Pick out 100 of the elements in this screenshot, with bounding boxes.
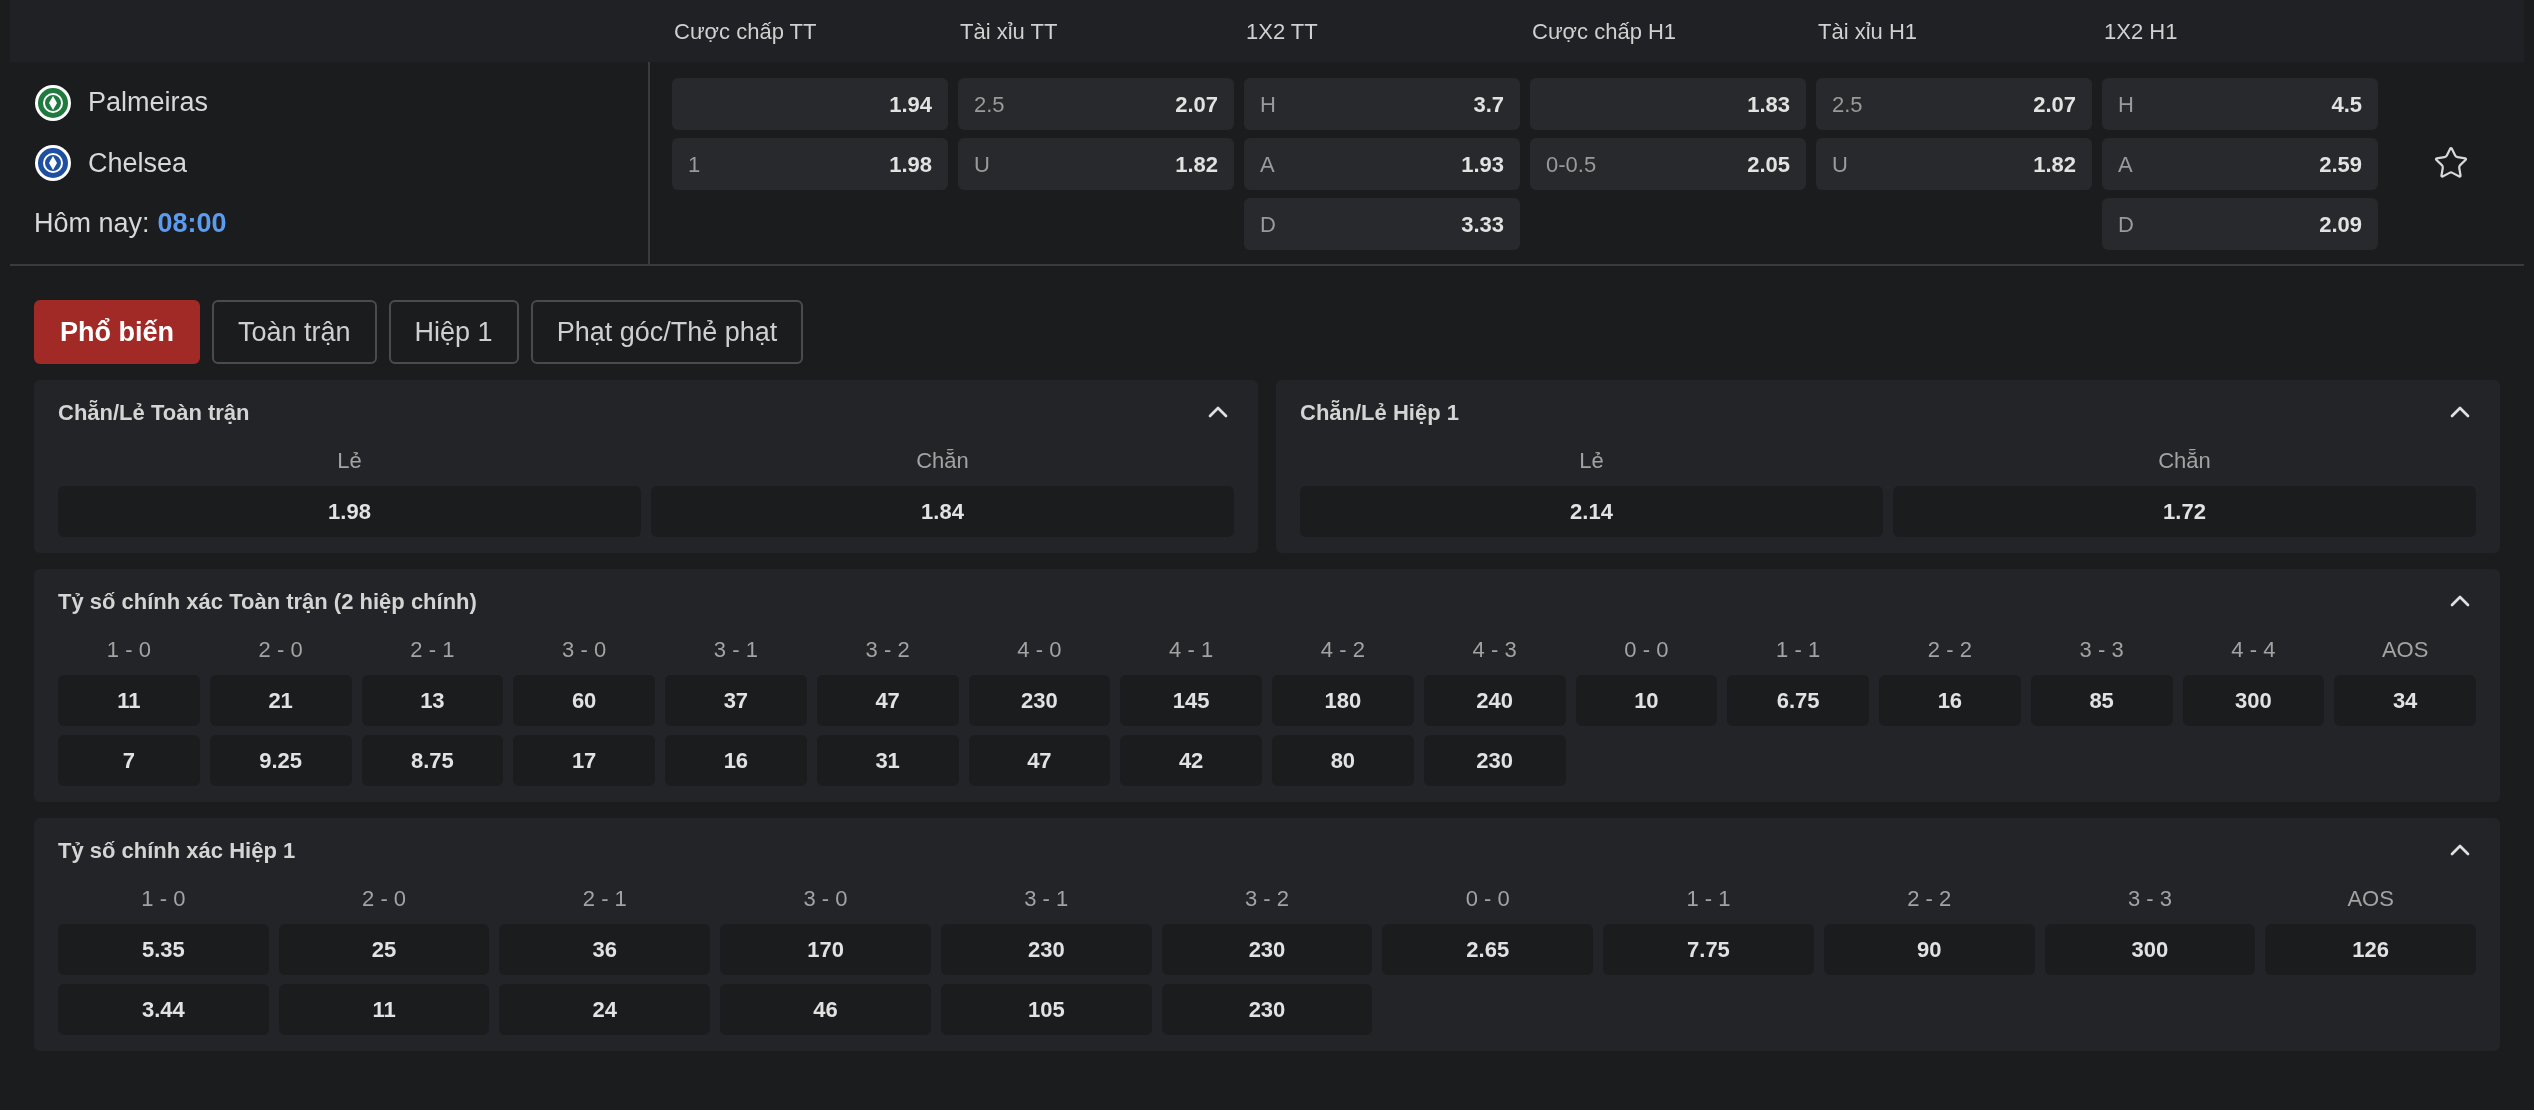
odds-button[interactable]: 21 <box>209 675 352 726</box>
odds-button[interactable]: 170 <box>720 924 931 975</box>
odds-button[interactable]: 24 <box>499 984 711 1035</box>
tab[interactable]: Hiệp 1 <box>388 300 519 364</box>
odds-button[interactable]: 145 <box>1120 675 1262 726</box>
odds-button[interactable]: 17 <box>513 735 655 786</box>
odds-button[interactable]: 240 <box>1423 675 1566 726</box>
odds-button[interactable]: 300 <box>2182 675 2325 726</box>
odds-button[interactable]: 2.14 <box>1300 486 1883 537</box>
odds-button[interactable]: 230 <box>1161 984 1373 1035</box>
outcome-label: 2 - 1 <box>581 885 628 913</box>
outcome-label: 3 - 1 <box>1023 885 1070 913</box>
column-header: Cược chấp H1 <box>1532 17 1678 46</box>
odds-button[interactable]: D 2.09 <box>2102 198 2378 250</box>
tab[interactable]: Phạt góc/Thẻ phạt <box>530 300 804 364</box>
outcome-label: 3 - 1 <box>712 636 759 664</box>
odds-button[interactable]: 16 <box>1879 675 2021 726</box>
odds-button[interactable]: 0-0.5 2.05 <box>1530 138 1806 190</box>
odds-button[interactable]: 10 <box>1575 675 1718 726</box>
odds-button[interactable]: 6.75 <box>1727 675 1869 726</box>
column-header: 1X2 TT <box>1246 17 1319 46</box>
kickoff-time: 08:00 <box>157 207 227 241</box>
odds-button[interactable]: 80 <box>1272 735 1414 786</box>
date-label: Hôm nay: <box>34 207 150 241</box>
odds-button[interactable]: 34 <box>2334 675 2476 726</box>
outcome-label: 4 - 1 <box>1168 636 1215 664</box>
odds-button[interactable]: 85 <box>2030 675 2173 726</box>
odds-button[interactable]: 37 <box>665 675 807 726</box>
outcome-label: 2 - 0 <box>257 636 304 664</box>
tab[interactable]: Toàn trận <box>212 300 377 364</box>
odds-button[interactable]: 31 <box>816 735 959 786</box>
team-name: Chelsea <box>88 146 188 180</box>
odds-button[interactable]: D 3.33 <box>1244 198 1520 250</box>
odds-button[interactable]: U 1.82 <box>958 138 1234 190</box>
odds-button[interactable]: 47 <box>968 735 1111 786</box>
odds-button[interactable]: 126 <box>2265 924 2476 975</box>
panel-title: Chẵn/Lẻ Toàn trận <box>58 398 250 427</box>
odds-button[interactable]: 2.5 2.07 <box>1816 78 2092 130</box>
odds-button[interactable]: 230 <box>940 924 1152 975</box>
odds-button[interactable]: 90 <box>1823 924 2035 975</box>
panel-title: Chẵn/Lẻ Hiệp 1 <box>1300 398 1459 427</box>
outcome-label: AOS <box>2346 885 2395 913</box>
team-name: Palmeiras <box>88 86 209 120</box>
outcome-label: 2 - 0 <box>361 885 408 913</box>
column-header: Tài xỉu TT <box>960 17 1059 46</box>
odds-button[interactable]: 1.98 <box>58 486 641 537</box>
odds-button[interactable]: 42 <box>1120 735 1262 786</box>
odds-button[interactable]: A 1.93 <box>1244 138 1520 190</box>
odds-button[interactable]: 300 <box>2044 924 2256 975</box>
odds-button[interactable]: 9.25 <box>209 735 352 786</box>
odds-button[interactable]: 60 <box>513 675 655 726</box>
odds-button[interactable]: 46 <box>720 984 931 1035</box>
odds-button[interactable]: 5.35 <box>58 924 269 975</box>
odds-button[interactable]: 11 <box>278 984 490 1035</box>
outcome-label: 3 - 0 <box>561 636 608 664</box>
odds-button[interactable]: 230 <box>968 675 1111 726</box>
odds-button[interactable]: 1 1.98 <box>672 138 948 190</box>
outcome-label: 1 - 0 <box>105 636 152 664</box>
odds-button[interactable]: 47 <box>816 675 959 726</box>
column-header: Cược chấp TT <box>674 17 818 46</box>
odds-button[interactable]: 7 <box>58 735 200 786</box>
column-header: Tài xỉu H1 <box>1818 17 1919 46</box>
odds-button[interactable]: 1.83 <box>1530 78 1806 130</box>
odds-button[interactable]: 230 <box>1161 924 1373 975</box>
odds-button[interactable]: 105 <box>940 984 1152 1035</box>
odds-button[interactable]: H 4.5 <box>2102 78 2378 130</box>
odds-button[interactable]: 1.72 <box>1893 486 2476 537</box>
outcome-label: Lẻ <box>1578 447 1605 475</box>
outcome-label: Lẻ <box>336 447 363 475</box>
odds-button[interactable]: 180 <box>1272 675 1414 726</box>
outcome-label: 0 - 0 <box>1623 636 1670 664</box>
outcome-label: 1 - 0 <box>140 885 187 913</box>
outcome-label: 1 - 1 <box>1685 885 1732 913</box>
outcome-label: 2 - 2 <box>1906 885 1953 913</box>
favorite-star-icon[interactable] <box>2433 145 2469 181</box>
odds-button[interactable]: 3.44 <box>58 984 269 1035</box>
odds-button[interactable]: 1.84 <box>651 486 1234 537</box>
outcome-label: Chẵn <box>2157 447 2212 475</box>
outcome-label: 3 - 0 <box>802 885 849 913</box>
odds-button[interactable]: U 1.82 <box>1816 138 2092 190</box>
outcome-label: 3 - 2 <box>1243 885 1290 913</box>
odds-button[interactable]: A 2.59 <box>2102 138 2378 190</box>
odds-button[interactable]: 36 <box>499 924 711 975</box>
odds-button[interactable]: H 3.7 <box>1244 78 1520 130</box>
odds-button[interactable]: 1.94 <box>672 78 948 130</box>
odds-button[interactable]: 2.5 2.07 <box>958 78 1234 130</box>
outcome-label: 4 - 3 <box>1471 636 1518 664</box>
odds-button[interactable]: 25 <box>278 924 490 975</box>
outcome-label: 1 - 1 <box>1775 636 1822 664</box>
odds-button[interactable]: 13 <box>361 675 504 726</box>
odds-button[interactable]: 2.65 <box>1382 924 1594 975</box>
odds-button[interactable]: 16 <box>665 735 807 786</box>
odds-button[interactable]: 11 <box>58 675 200 726</box>
tab[interactable]: Phổ biến <box>34 300 200 364</box>
outcome-label: 4 - 0 <box>1016 636 1063 664</box>
odds-button[interactable]: 7.75 <box>1603 924 1814 975</box>
outcome-label: 2 - 1 <box>409 636 456 664</box>
odds-button[interactable]: 8.75 <box>361 735 504 786</box>
odds-button[interactable]: 230 <box>1423 735 1566 786</box>
outcome-label: 4 - 4 <box>2230 636 2277 664</box>
